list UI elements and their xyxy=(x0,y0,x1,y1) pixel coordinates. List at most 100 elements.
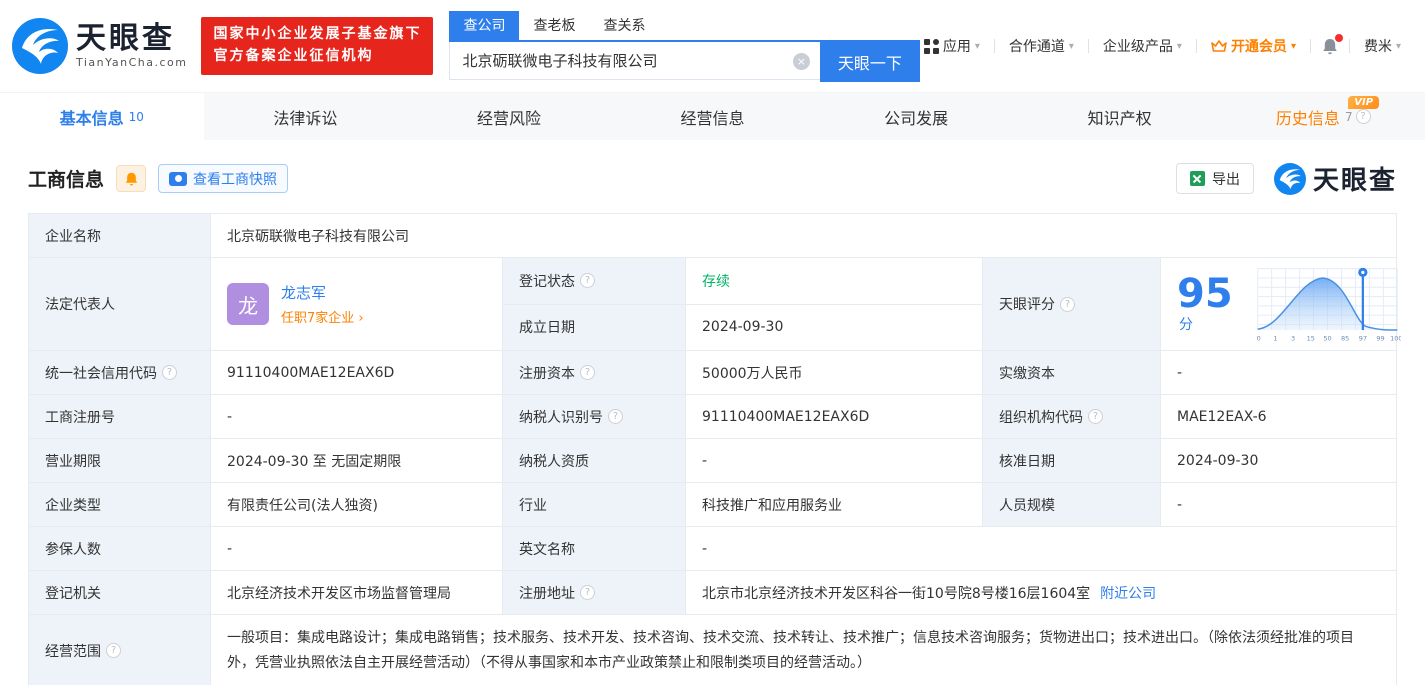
table-row: 企业名称 北京砺联微电子科技有限公司 xyxy=(29,214,1396,258)
score-tick: 85 xyxy=(1341,334,1349,342)
nav-divider xyxy=(1309,39,1311,53)
field-label: 参保人数 xyxy=(29,527,211,570)
nav-vip-label: 开通会员 xyxy=(1230,39,1287,55)
table-row: 经营范围 ? 一般项目：集成电路设计；集成电路销售；技术服务、技术开发、技术咨询… xyxy=(29,615,1396,685)
field-label: 核准日期 xyxy=(983,439,1161,482)
tianyan-score-cell[interactable]: 95分 0 1 3 15 50 85 97 99 10 xyxy=(1161,258,1411,350)
arrow-right-icon: › xyxy=(358,311,364,326)
crown-icon xyxy=(1211,39,1227,52)
business-info-table: 企业名称 北京砺联微电子科技有限公司 法定代表人 龙 龙志军 任职7家企业 › … xyxy=(28,213,1401,685)
help-icon[interactable]: ? xyxy=(106,643,121,658)
business-info-header: 工商信息 查看工商快照 导出 天眼查 xyxy=(28,160,1397,197)
official-credit-badge: 国家中小企业发展子基金旗下 官方备案企业征信机构 xyxy=(201,17,434,75)
industry-value: 科技推广和应用服务业 xyxy=(686,483,983,526)
monitor-bell-button[interactable] xyxy=(116,165,147,192)
tab-operation-info[interactable]: 经营信息 xyxy=(611,93,815,140)
field-label: 纳税人识别号 ? xyxy=(503,395,686,438)
table-row: 参保人数 - 英文名称 - xyxy=(29,527,1396,571)
table-row: 法定代表人 龙 龙志军 任职7家企业 › 登记状态 ? 存续 成立日期 2024… xyxy=(29,258,1401,351)
field-label: 天眼评分 ? xyxy=(983,258,1161,350)
field-label: 纳税人资质 xyxy=(503,439,686,482)
field-label: 人员规模 xyxy=(983,483,1161,526)
nav-enterprise-label: 企业级产品 xyxy=(1102,39,1173,55)
apps-grid-icon xyxy=(923,38,939,54)
notifications-button[interactable] xyxy=(1321,33,1343,56)
company-name-value: 北京砺联微电子科技有限公司 xyxy=(227,228,409,245)
help-icon[interactable]: ? xyxy=(1088,409,1103,424)
company-type-value: 有限责任公司(法人独资) xyxy=(211,483,503,526)
help-icon[interactable]: ? xyxy=(580,585,595,600)
nav-enterprise-products[interactable]: 企业级产品 ▾ xyxy=(1099,36,1186,56)
search-input[interactable] xyxy=(449,41,820,80)
score-tick: 3 xyxy=(1291,334,1295,342)
score-tick: 97 xyxy=(1358,334,1366,342)
field-label: 企业名称 xyxy=(29,214,211,257)
tab-count: 7 xyxy=(1344,109,1353,124)
score-tick: 50 xyxy=(1323,334,1331,342)
tab-intellectual-property[interactable]: 知识产权 xyxy=(1018,93,1222,140)
company-tabbar: 基本信息 10 法律诉讼 经营风险 经营信息 公司发展 知识产权 VIP 历史信… xyxy=(0,92,1425,140)
avatar[interactable]: 龙 xyxy=(227,283,269,325)
english-name-value: - xyxy=(702,540,708,557)
help-icon[interactable]: ? xyxy=(608,409,623,424)
chevron-down-icon: ▾ xyxy=(1068,40,1074,52)
search-button[interactable]: 天眼一下 xyxy=(819,41,920,82)
field-label: 经营范围 ? xyxy=(29,615,211,685)
business-term-value: 2024-09-30 至 无固定期限 xyxy=(211,439,503,482)
nav-divider xyxy=(1087,39,1089,53)
help-icon[interactable]: ? xyxy=(162,365,177,380)
tab-label: 经营信息 xyxy=(680,108,745,128)
score-unit: 分 xyxy=(1179,317,1193,333)
search-tab-boss[interactable]: 查老板 xyxy=(519,11,589,40)
paid-capital-value: - xyxy=(1177,364,1183,381)
camera-icon xyxy=(169,171,188,186)
tianyancha-logo[interactable]: 天眼查 TianYanCha.com xyxy=(12,18,187,74)
nav-user-label: 费米 xyxy=(1363,39,1392,55)
watermark-logo: 天眼查 xyxy=(1273,160,1397,197)
approval-date-value: 2024-09-30 xyxy=(1177,452,1259,469)
legal-rep-link[interactable]: 龙志军 xyxy=(281,282,364,303)
reg-authority-value: 北京经济技术开发区市场监督管理局 xyxy=(211,571,503,614)
taxpayer-quality-value: - xyxy=(686,439,983,482)
table-subrow: 成立日期 2024-09-30 xyxy=(503,304,982,350)
help-icon[interactable]: ? xyxy=(1355,109,1371,124)
nav-user[interactable]: 费米 ▾ xyxy=(1360,36,1405,56)
logo-domain: TianYanCha.com xyxy=(76,56,188,70)
export-button[interactable]: 导出 xyxy=(1175,163,1254,194)
business-scope-value: 一般项目：集成电路设计；集成电路销售；技术服务、技术开发、技术咨询、技术交流、技… xyxy=(227,630,1354,671)
field-label: 统一社会信用代码 ? xyxy=(29,351,211,394)
reg-capital-value: 50000万人民币 xyxy=(686,351,983,394)
field-label: 登记机关 xyxy=(29,571,211,614)
tab-history-info[interactable]: VIP 历史信息 7 ? xyxy=(1221,93,1425,140)
clear-search-icon[interactable]: × xyxy=(792,52,810,70)
search-block: 查公司 查老板 查关系 × 天眼一下 xyxy=(449,10,920,82)
nav-cooperation[interactable]: 合作通道 ▾ xyxy=(1005,36,1078,56)
help-icon[interactable]: ? xyxy=(580,273,595,289)
export-button-label: 导出 xyxy=(1211,171,1240,188)
nearby-companies-link[interactable]: 附近公司 xyxy=(1100,583,1156,603)
tab-basic-info[interactable]: 基本信息 10 xyxy=(0,93,204,140)
tab-legal-proceedings[interactable]: 法律诉讼 xyxy=(204,93,408,140)
tab-company-development[interactable]: 公司发展 xyxy=(814,93,1018,140)
search-tab-company[interactable]: 查公司 xyxy=(449,10,520,40)
help-icon[interactable]: ? xyxy=(580,365,595,380)
field-label: 英文名称 xyxy=(503,527,686,570)
help-icon[interactable]: ? xyxy=(1060,296,1075,312)
view-snapshot-button[interactable]: 查看工商快照 xyxy=(158,164,289,193)
badge-line2: 官方备案企业征信机构 xyxy=(213,48,374,64)
field-label: 组织机构代码 ? xyxy=(983,395,1161,438)
legal-rep-cell: 龙 龙志军 任职7家企业 › xyxy=(211,258,503,350)
search-tab-relation[interactable]: 查关系 xyxy=(589,11,659,40)
nav-open-vip[interactable]: 开通会员 ▾ xyxy=(1207,36,1300,56)
tab-label: 历史信息 xyxy=(1275,108,1340,128)
chevron-down-icon: ▾ xyxy=(1290,40,1296,52)
logo-name: 天眼查 xyxy=(76,21,175,57)
positions-link[interactable]: 任职7家企业 › xyxy=(281,307,364,326)
field-label: 注册资本 ? xyxy=(503,351,686,394)
nav-apps[interactable]: 应用 ▾ xyxy=(920,36,984,56)
status-date-stack: 登记状态 ? 存续 成立日期 2024-09-30 xyxy=(503,258,983,350)
table-row: 登记机关 北京经济技术开发区市场监督管理局 注册地址 ? 北京市北京经济技术开发… xyxy=(29,571,1396,615)
tab-operation-risk[interactable]: 经营风险 xyxy=(407,93,611,140)
badge-line1: 国家中小企业发展子基金旗下 xyxy=(213,26,422,43)
chevron-down-icon: ▾ xyxy=(1395,40,1401,52)
